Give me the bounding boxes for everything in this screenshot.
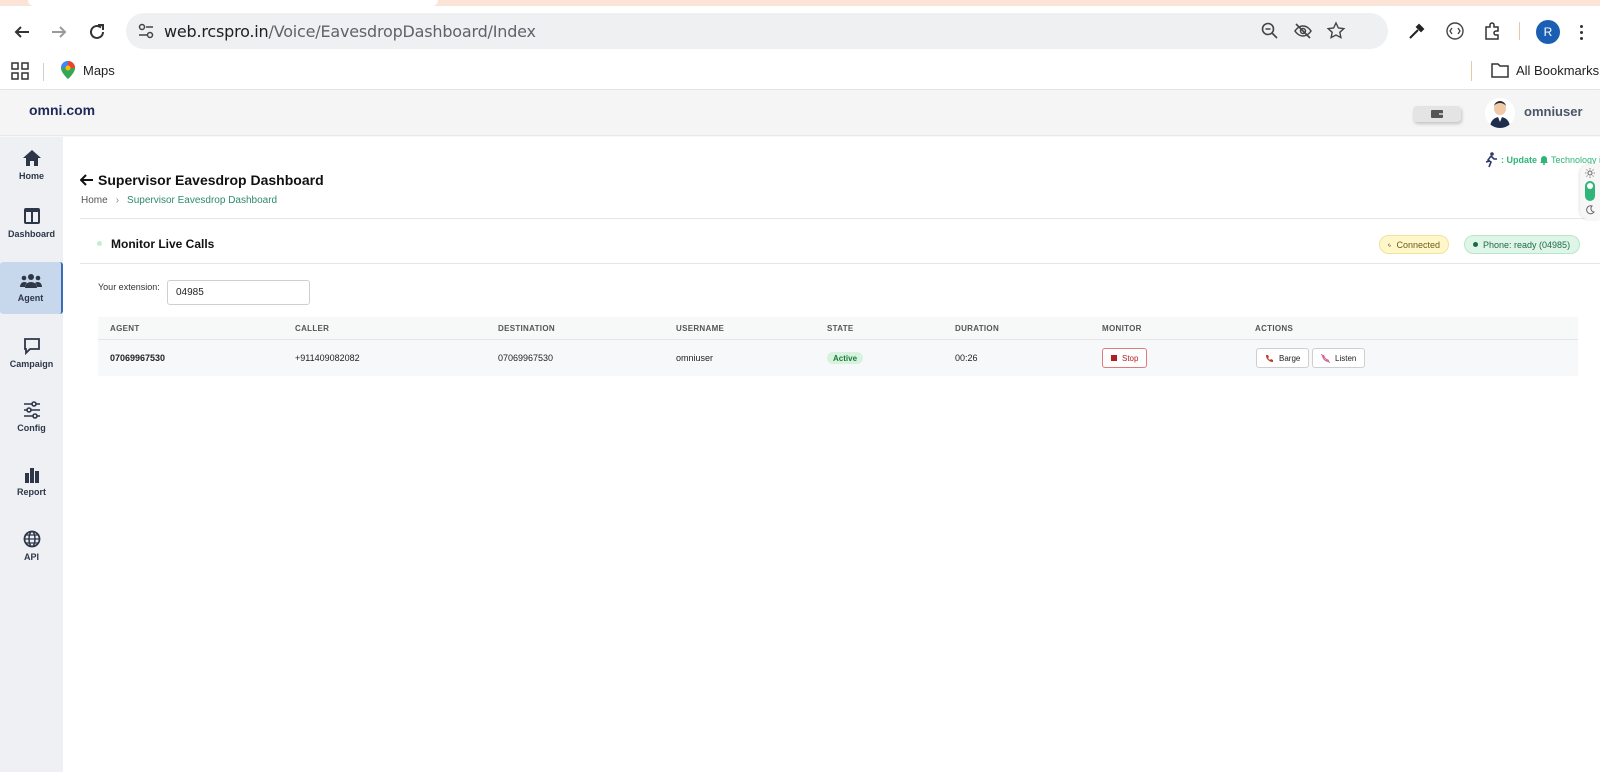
column-actions: ACTIONS (1255, 324, 1294, 333)
column-state: STATE (827, 324, 854, 333)
puzzle-icon[interactable] (1480, 19, 1504, 43)
cell-caller: +911409082082 (295, 353, 360, 363)
phone-status-badge: Phone: ready (04985) (1464, 235, 1580, 254)
sidebar-item-api[interactable]: API (0, 520, 63, 572)
cell-username: omniuser (676, 353, 714, 363)
sidebar-item-report[interactable]: Report (0, 456, 63, 508)
api-icon (23, 530, 40, 548)
column-duration: DURATION (955, 324, 1000, 333)
sidebar-item-campaign[interactable]: Campaign (0, 327, 63, 379)
table-row: 07069967530 +911409082082 07069967530 om… (98, 340, 1578, 376)
bookmark-maps[interactable]: Maps (83, 63, 115, 78)
monitor-title: Monitor Live Calls (111, 237, 215, 251)
all-bookmarks[interactable]: All Bookmarks (1516, 63, 1599, 78)
username-label[interactable]: omniuser (1524, 104, 1583, 119)
barge-button[interactable]: Barge (1256, 348, 1310, 368)
muted-phone-icon (1321, 353, 1330, 363)
back-icon[interactable] (10, 20, 34, 44)
brand-logo[interactable]: omni.com (29, 102, 95, 118)
sidebar-item-dashboard[interactable]: Dashboard (0, 197, 63, 249)
wallet-icon (1431, 110, 1443, 118)
extension-circle-icon[interactable] (1443, 19, 1467, 43)
live-calls-table: AGENT CALLER DESTINATION USERNAME STATE … (98, 317, 1578, 376)
cell-duration: 00:26 (955, 353, 978, 363)
campaign-icon (23, 338, 40, 355)
breadcrumb-home[interactable]: Home (81, 195, 108, 206)
toolbar-divider (1519, 22, 1520, 40)
phone-icon (1266, 354, 1273, 362)
user-avatar[interactable] (1485, 98, 1515, 128)
table-header: AGENT CALLER DESTINATION USERNAME STATE … (98, 317, 1578, 340)
column-caller: CALLER (295, 324, 330, 333)
bell-icon (1540, 155, 1548, 165)
extension-label: Your extension: (98, 282, 160, 292)
breadcrumb-current: Supervisor Eavesdrop Dashboard (127, 195, 278, 206)
moon-icon (1586, 205, 1595, 215)
toggle-knob[interactable] (1585, 181, 1595, 201)
wallet-button[interactable] (1413, 106, 1461, 122)
site-settings-icon[interactable] (136, 21, 156, 41)
column-destination: DESTINATION (498, 324, 555, 333)
eyedropper-icon[interactable] (1405, 19, 1429, 43)
cell-agent: 07069967530 (110, 353, 166, 363)
report-icon (24, 468, 39, 483)
state-badge: Active (827, 352, 864, 364)
main-content: : Update Technology is best when it b Su… (63, 137, 1600, 772)
agent-icon (19, 274, 42, 288)
zoom-icon[interactable] (1260, 21, 1280, 41)
bookmark-divider-right (1471, 61, 1472, 81)
app-header: omni.com omniuser (0, 90, 1600, 136)
column-username: USERNAME (676, 324, 725, 333)
status-dot (1473, 242, 1478, 247)
runner-icon (1485, 152, 1497, 168)
browser-toolbar: web.rcspro.in/Voice/EavesdropDashboard/I… (0, 6, 1600, 56)
reload-icon[interactable] (85, 20, 109, 44)
eye-slash-icon[interactable] (1293, 21, 1313, 41)
back-arrow-icon[interactable] (80, 174, 94, 186)
bookmark-divider (43, 63, 44, 81)
sidebar-item-home[interactable]: Home (0, 139, 63, 191)
page-title: Supervisor Eavesdrop Dashboard (80, 172, 324, 188)
star-icon[interactable] (1326, 21, 1346, 41)
column-agent: AGENT (110, 324, 140, 333)
divider (80, 218, 1600, 219)
url-text[interactable]: web.rcspro.in/Voice/EavesdropDashboard/I… (164, 22, 536, 41)
bookmarks-bar: Maps All Bookmarks (0, 56, 1600, 90)
listen-button[interactable]: Listen (1312, 348, 1366, 368)
forward-icon[interactable] (47, 20, 71, 44)
stop-icon (1111, 355, 1117, 361)
maps-pin-icon[interactable] (61, 61, 75, 79)
sidebar-item-agent[interactable]: Agent (0, 262, 63, 314)
address-bar[interactable]: web.rcspro.in/Voice/EavesdropDashboard/I… (126, 13, 1388, 49)
folder-icon[interactable] (1491, 62, 1509, 78)
cell-destination: 07069967530 (498, 353, 554, 363)
connection-status-badge: Connected (1379, 235, 1449, 254)
chevron-right-icon: › (115, 195, 120, 206)
config-icon (23, 401, 40, 419)
stop-monitor-button[interactable]: Stop (1102, 348, 1148, 368)
sun-icon (1585, 168, 1595, 178)
browser-menu-icon[interactable] (1576, 20, 1586, 44)
theme-toggle[interactable] (1580, 164, 1600, 220)
extension-input[interactable] (167, 280, 310, 305)
apps-grid-icon[interactable] (11, 62, 29, 80)
divider (80, 263, 1600, 264)
home-icon (22, 150, 41, 166)
dashboard-icon (23, 208, 40, 224)
breadcrumb: Home › Supervisor Eavesdrop Dashboard (81, 195, 277, 206)
spinner-icon (1388, 243, 1392, 246)
column-monitor: MONITOR (1102, 324, 1142, 333)
sidebar: Home Dashboard Agent Campaign Config Rep… (0, 137, 63, 772)
profile-avatar[interactable]: R (1536, 20, 1560, 44)
sidebar-item-config[interactable]: Config (0, 391, 63, 443)
